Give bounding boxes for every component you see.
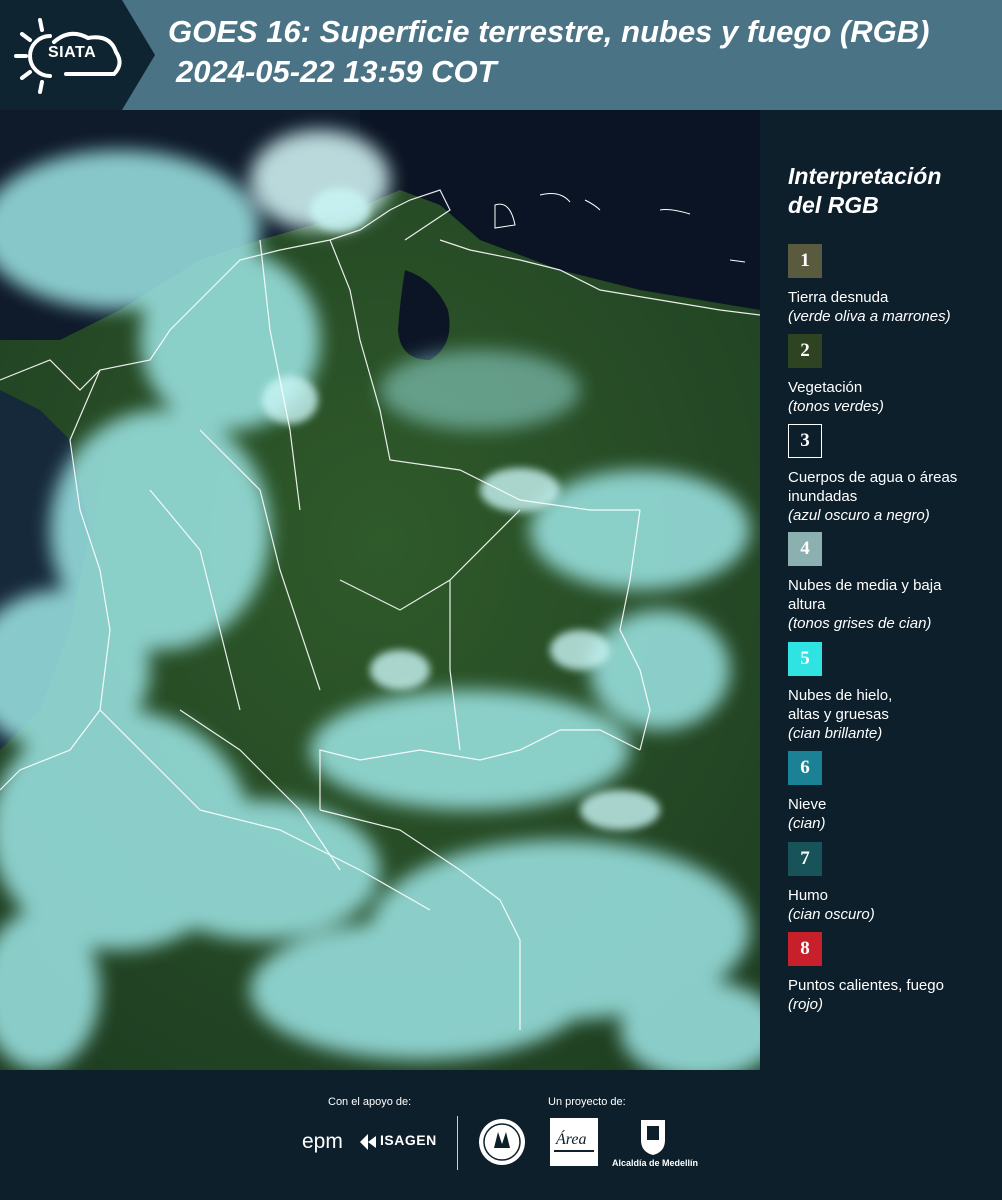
- legend-item-desc: (rojo): [788, 996, 824, 1013]
- legend-title-line1: Interpretación: [788, 163, 942, 189]
- legend-swatch: 8: [788, 932, 822, 966]
- legend-item-desc: (cian): [788, 815, 826, 832]
- legend-item-desc: (cian oscuro): [788, 906, 875, 923]
- legend-item-desc: (cian brillante): [788, 725, 883, 742]
- support-label: Con el apoyo de:: [328, 1096, 412, 1108]
- legend-item-fire: 8 Puntos calientes, fuego (rojo): [788, 932, 998, 1014]
- legend-title-line2: del RGB: [788, 192, 879, 218]
- legend-item-ice-clouds: 5 Nubes de hielo, altas y gruesas (cian …: [788, 642, 998, 743]
- seal-logo-icon: [479, 1119, 525, 1165]
- siata-logo-block: SIATA: [0, 0, 155, 110]
- legend-item-low-clouds: 4 Nubes de media y baja altura (tonos gr…: [788, 532, 998, 633]
- footer-divider: [457, 1116, 458, 1170]
- legend-item-desc: (tonos grises de cian): [788, 615, 932, 632]
- legend-item-snow: 6 Nieve (cian): [788, 751, 998, 833]
- isagen-mark-icon: [360, 1134, 376, 1150]
- legend-item-desc: (azul oscuro a negro): [788, 507, 930, 524]
- satellite-image: [0, 110, 760, 1070]
- legend-swatch: 7: [788, 842, 822, 876]
- legend-item-bare-land: 1 Tierra desnuda (verde oliva a marrones…: [788, 244, 998, 326]
- legend-swatch: 2: [788, 334, 822, 368]
- page-title: GOES 16: Superficie terrestre, nubes y f…: [168, 14, 930, 49]
- legend-item-vegetation: 2 Vegetación (tonos verdes): [788, 334, 998, 416]
- legend-item-desc: (verde oliva a marrones): [788, 308, 951, 325]
- legend-item-label: Nubes de media y baja altura: [788, 577, 942, 613]
- siata-logo-text: SIATA: [48, 44, 97, 61]
- legend-item-smoke: 7 Humo (cian oscuro): [788, 842, 998, 924]
- legend-item-label: Nubes de hielo, altas y gruesas: [788, 687, 893, 723]
- rgb-legend: Interpretación del RGB 1 Tierra desnuda …: [760, 110, 1002, 1070]
- satellite-map: [0, 110, 760, 1070]
- header: SIATA GOES 16: Superficie terrestre, nub…: [0, 0, 1002, 110]
- legend-swatch: 4: [788, 532, 822, 566]
- legend-swatch: 3: [788, 424, 822, 458]
- legend-swatch: 1: [788, 244, 822, 278]
- legend-item-desc: (tonos verdes): [788, 398, 884, 415]
- legend-title: Interpretación del RGB: [788, 162, 988, 220]
- legend-item-label: Cuerpos de agua o áreas inundadas: [788, 469, 958, 505]
- project-label: Un proyecto de:: [548, 1096, 626, 1108]
- legend-item-label: Vegetación: [788, 379, 863, 396]
- legend-item-label: Humo: [788, 887, 829, 904]
- legend-item-label: Puntos calientes, fuego: [788, 977, 944, 994]
- legend-swatch: 6: [788, 751, 822, 785]
- timestamp: 2024-05-22 13:59 COT: [176, 54, 497, 89]
- isagen-logo: ISAGEN: [380, 1132, 437, 1148]
- legend-item-water: 3 Cuerpos de agua o áreas inundadas (azu…: [788, 424, 998, 525]
- epm-logo: epm: [302, 1130, 343, 1153]
- svg-text:Área: Área: [555, 1129, 587, 1148]
- legend-item-label: Nieve: [788, 796, 827, 813]
- legend-item-label: Tierra desnuda: [788, 289, 889, 306]
- area-metropolitana-logo-icon: Área: [550, 1118, 598, 1166]
- footer: Con el apoyo de: Un proyecto de: epm ISA…: [0, 1070, 1002, 1200]
- alcaldia-logo-text: Alcaldía de Medellín: [612, 1158, 699, 1168]
- alcaldia-shield-icon: [641, 1120, 665, 1155]
- legend-swatch: 5: [788, 642, 822, 676]
